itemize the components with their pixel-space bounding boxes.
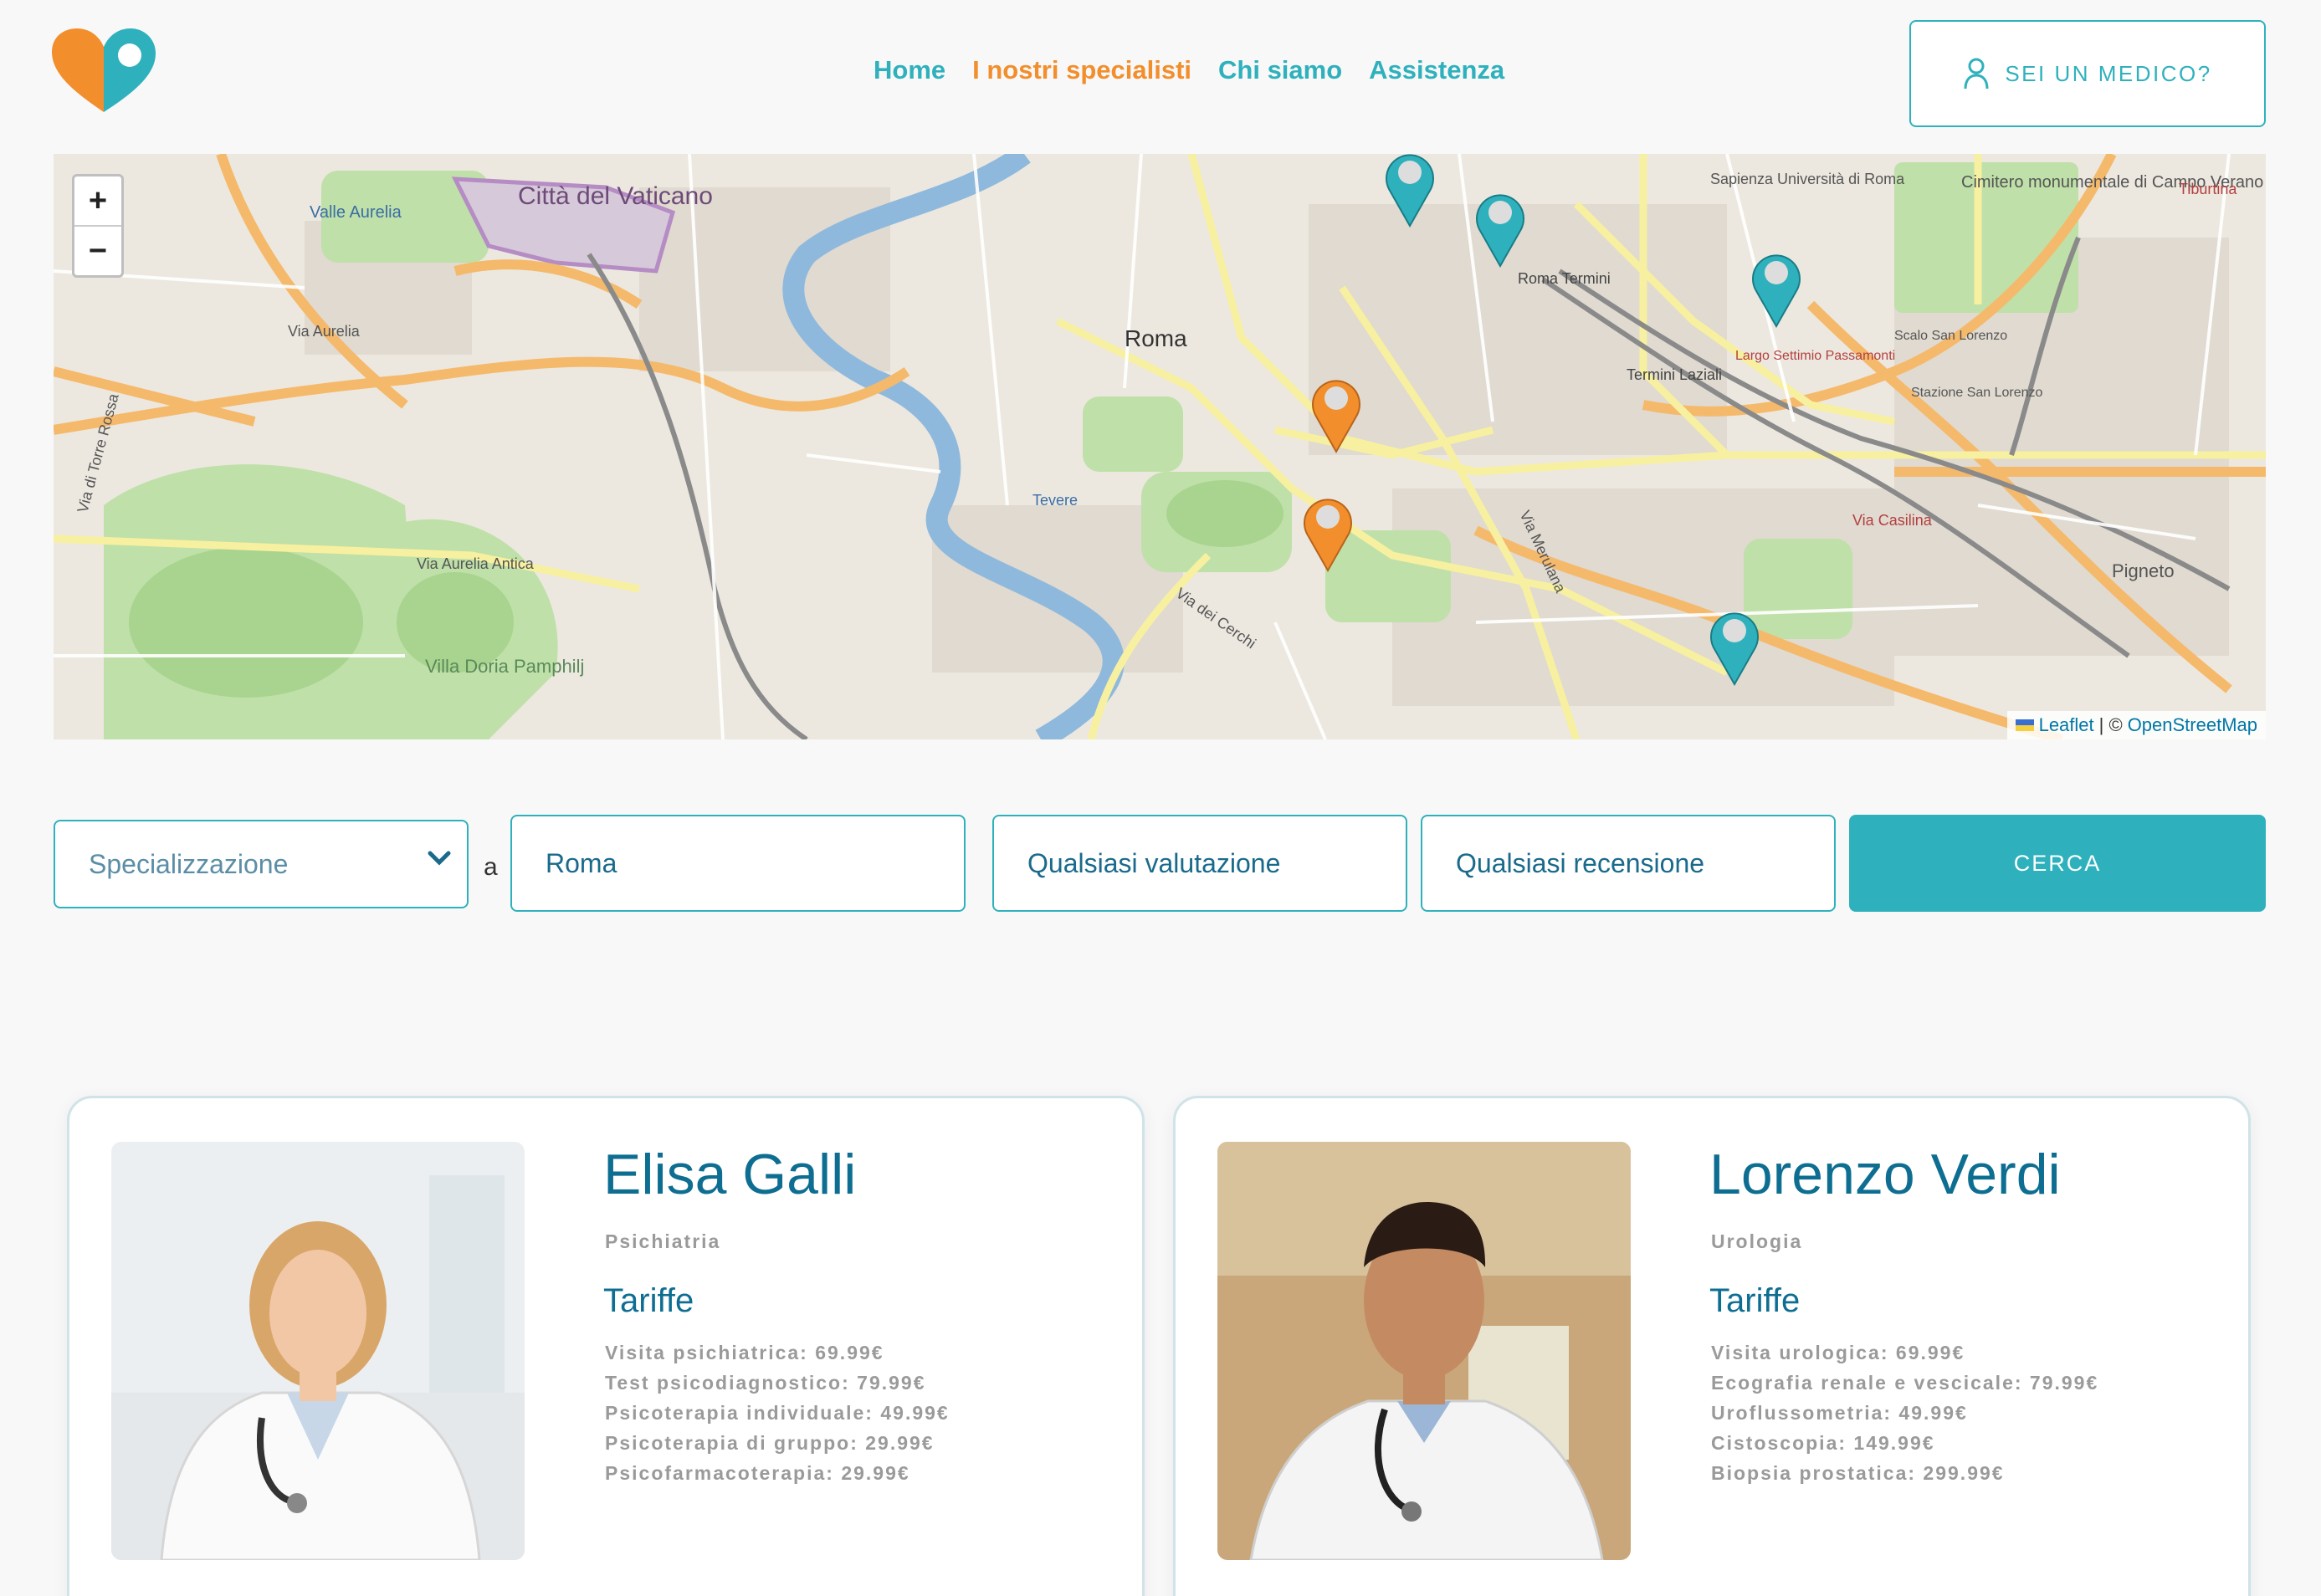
specialization-select[interactable]: Specializzazione	[54, 820, 469, 908]
zoom-control: + −	[72, 174, 124, 278]
price-item: Cistoscopia: 149.99€	[1711, 1432, 1935, 1454]
map-label: Scalo San Lorenzo	[1894, 329, 2007, 343]
city-input[interactable]: Roma	[510, 815, 966, 912]
logo[interactable]	[52, 28, 156, 115]
price-item: Ecografia renale e vescicale: 79.99€	[1711, 1372, 2099, 1394]
chevron-down-icon	[428, 851, 451, 866]
map-label: Via Casilina	[1852, 512, 1933, 529]
map-label: Tiburtina	[2179, 181, 2237, 197]
map-label: Stazione San Lorenzo	[1911, 386, 2043, 400]
doctor-name[interactable]: Lorenzo Verdi	[1709, 1142, 2061, 1207]
map-label: Largo Settimio Passamonti	[1735, 349, 1895, 363]
attribution-separator: | ©	[2098, 714, 2123, 735]
osm-link[interactable]: OpenStreetMap	[2128, 714, 2257, 736]
location-connector: a	[484, 853, 498, 881]
map-tiles[interactable]: Città del Vaticano Roma Roma Termini Ter…	[54, 154, 2266, 739]
map-marker-teal[interactable]	[1474, 187, 1526, 268]
map-label: Pigneto	[2112, 560, 2175, 581]
doctor-specialty: Urologia	[1711, 1230, 1803, 1252]
ukraine-flag-icon	[2015, 719, 2034, 731]
doctor-button-label: SEI UN MEDICO?	[2005, 60, 2212, 86]
map-label: Termini Laziali	[1627, 366, 1722, 383]
price-item: Visita psichiatrica: 69.99€	[605, 1342, 884, 1363]
map[interactable]: Città del Vaticano Roma Roma Termini Ter…	[54, 154, 2266, 739]
map-marker-teal[interactable]	[1709, 606, 1760, 686]
zoom-in-button[interactable]: +	[74, 176, 121, 225]
price-item: Test psicodiagnostico: 79.99€	[605, 1372, 926, 1394]
map-label: Tevere	[1032, 492, 1078, 509]
map-label: Roma	[1125, 325, 1187, 351]
price-item: Psicofarmacoterapia: 29.99€	[605, 1462, 910, 1484]
tariffe-heading: Tariffe	[603, 1282, 694, 1319]
map-marker-teal[interactable]	[1384, 154, 1436, 228]
nav-about[interactable]: Chi siamo	[1218, 55, 1342, 85]
rating-filter[interactable]: Qualsiasi valutazione	[992, 815, 1407, 912]
price-item: Biopsia prostatica: 299.99€	[1711, 1462, 2005, 1484]
search-button[interactable]: CERCA	[1849, 815, 2266, 912]
map-marker-orange[interactable]	[1302, 492, 1354, 572]
map-label: Roma Termini	[1518, 270, 1611, 287]
price-list: Visita psichiatrica: 69.99€ Test psicodi…	[605, 1338, 950, 1488]
price-list: Visita urologica: 69.99€ Ecografia renal…	[1711, 1338, 2098, 1488]
price-item: Visita urologica: 69.99€	[1711, 1342, 1965, 1363]
specialization-placeholder: Specializzazione	[89, 848, 289, 879]
map-marker-orange[interactable]	[1310, 373, 1362, 453]
doctor-specialty: Psichiatria	[605, 1230, 721, 1252]
map-label: Valle Aurelia	[310, 203, 402, 222]
map-label: Via Aurelia	[288, 323, 361, 340]
zoom-out-button[interactable]: −	[74, 225, 121, 275]
price-item: Psicoterapia individuale: 49.99€	[605, 1402, 950, 1424]
doctor-photo	[1217, 1142, 1631, 1560]
doctor-card[interactable]: Elisa Galli Psichiatria Tariffe Visita p…	[67, 1096, 1145, 1596]
price-item: Psicoterapia di gruppo: 29.99€	[605, 1432, 935, 1454]
nav-support[interactable]: Assistenza	[1369, 55, 1504, 85]
main-nav: Home I nostri specialisti Chi siamo Assi…	[874, 55, 1504, 85]
leaflet-link[interactable]: Leaflet	[2039, 714, 2094, 736]
doctor-photo	[111, 1142, 525, 1560]
tariffe-heading: Tariffe	[1709, 1282, 1801, 1319]
user-icon	[1964, 58, 1989, 90]
city-value: Roma	[546, 847, 617, 878]
nav-home[interactable]: Home	[874, 55, 945, 85]
map-label: Villa Doria Pamphilj	[425, 656, 584, 677]
map-label: Via Aurelia Antica	[417, 555, 535, 572]
map-label: Città del Vaticano	[518, 182, 713, 210]
reviews-value: Qualsiasi recensione	[1456, 847, 1705, 878]
doctor-card[interactable]: Lorenzo Verdi Urologia Tariffe Visita ur…	[1173, 1096, 2251, 1596]
map-attribution: Leaflet | © OpenStreetMap	[2006, 711, 2266, 739]
map-marker-teal[interactable]	[1750, 248, 1802, 328]
doctor-name[interactable]: Elisa Galli	[603, 1142, 856, 1207]
map-label: Sapienza Università di Roma	[1710, 171, 1905, 187]
rating-value: Qualsiasi valutazione	[1027, 847, 1281, 878]
price-item: Uroflussometria: 49.99€	[1711, 1402, 1968, 1424]
reviews-filter[interactable]: Qualsiasi recensione	[1421, 815, 1836, 912]
doctor-login-button[interactable]: SEI UN MEDICO?	[1909, 20, 2266, 127]
nav-specialists[interactable]: I nostri specialisti	[972, 55, 1191, 85]
